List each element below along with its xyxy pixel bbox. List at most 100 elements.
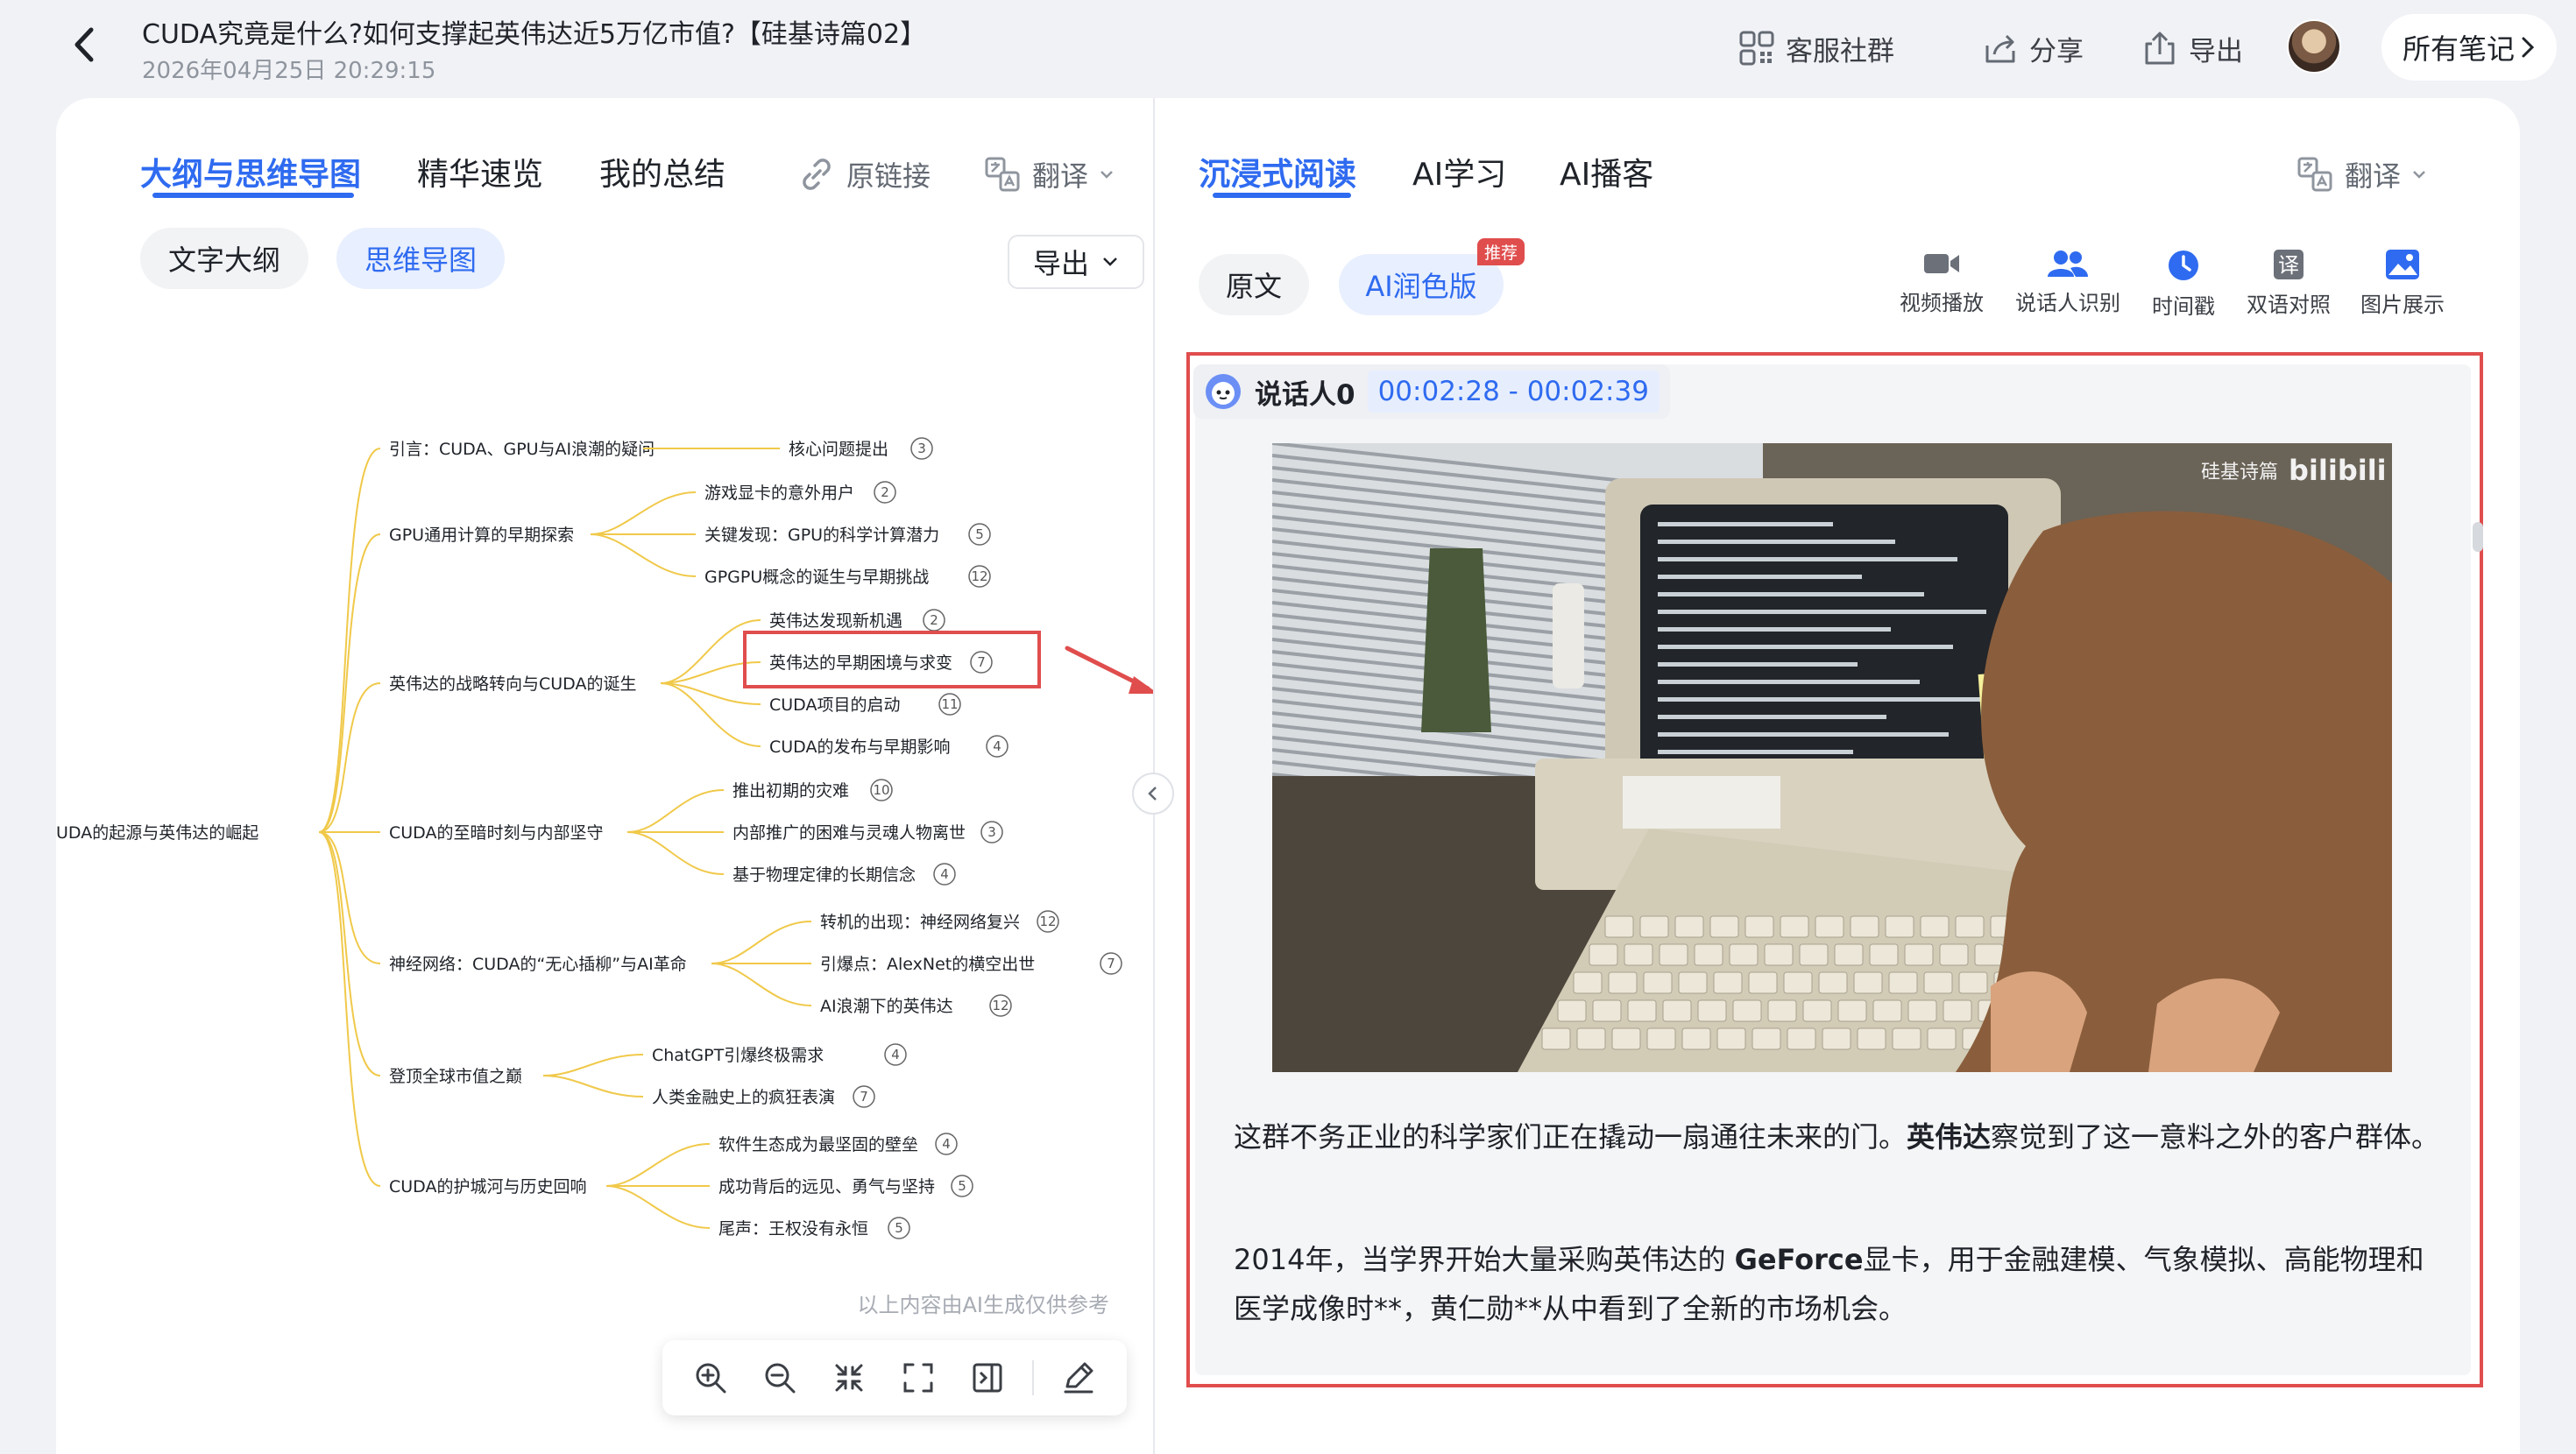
zoom-in-button[interactable] (686, 1353, 735, 1402)
tab-highlights[interactable]: 精华速览 (417, 149, 543, 194)
mindmap-branch[interactable]: 英伟达的战略转向与CUDA的诞生 (389, 674, 636, 694)
back-button[interactable] (61, 23, 105, 67)
mindmap-branch[interactable]: GPU通用计算的早期探索 (389, 526, 574, 545)
share-button[interactable]: 分享 (1982, 26, 2084, 70)
mindmap-leaf[interactable]: ChatGPT引爆终极需求 (652, 1046, 824, 1065)
source-link-label: 原链接 (846, 159, 931, 193)
tab-my-summary[interactable]: 我的总结 (599, 149, 725, 194)
avatar[interactable] (2287, 19, 2341, 74)
users-icon (2048, 251, 2088, 277)
mindmap-count: 12 (1039, 914, 1056, 929)
mindmap-connector (318, 682, 381, 833)
export-button[interactable]: 导出 (2141, 26, 2243, 70)
original-text-toggle[interactable]: 原文 (1199, 254, 1309, 315)
side-panel-button[interactable] (963, 1353, 1012, 1402)
tab-outline-mindmap[interactable]: 大纲与思维导图 (140, 149, 361, 194)
svg-text:译: 译 (2278, 253, 2299, 278)
tool-label: 图片展示 (2360, 293, 2445, 317)
mindmap-leaf[interactable]: 基于物理定律的长期信念 (732, 865, 916, 885)
mindmap-branch[interactable]: CUDA的护城河与历史回响 (389, 1177, 586, 1196)
mindmap-connector (660, 682, 761, 747)
text-outline-toggle[interactable]: 文字大纲 (140, 228, 308, 289)
mindmap-count: 4 (942, 1136, 951, 1152)
mindmap-export-label: 导出 (1032, 247, 1089, 280)
page-datetime: 2026年04月25日 20:29:15 (142, 58, 436, 84)
mindmap-leaf[interactable]: GPGPU概念的诞生与早期挑战 (704, 567, 929, 587)
zoom-out-icon (765, 1363, 796, 1394)
mindmap-leaf[interactable]: 尾声：王权没有永恒 (718, 1219, 868, 1239)
mindmap-count: 5 (958, 1178, 966, 1194)
mindmap-leaf[interactable]: AI浪潮下的英伟达 (820, 997, 953, 1016)
mindmap-toggle[interactable]: 思维导图 (336, 228, 505, 289)
mindmap-canvas[interactable]: UDA的起源与英伟达的崛起 引言：CUDA、GPU与AI浪潮的疑问 核心问题提出 3 G… (56, 385, 1143, 1244)
collapse-panel-button[interactable] (1132, 773, 1174, 815)
tab-ai-learning[interactable]: AI学习 (1412, 149, 1506, 194)
mindmap-connector (318, 831, 381, 1076)
mindmap-leaf[interactable]: 英伟达发现新机遇 (769, 611, 902, 631)
source-link-button[interactable]: 原链接 (797, 154, 931, 194)
all-notes-button[interactable]: 所有笔记 (2381, 14, 2557, 81)
tool-speaker-recognition[interactable]: 说话人识别 (2015, 249, 2120, 316)
all-notes-label: 所有笔记 (2402, 32, 2515, 66)
mindmap-leaf[interactable]: 成功背后的远见、勇气与坚持 (718, 1177, 935, 1196)
chevron-left-icon (74, 27, 94, 62)
mindmap-count: 2 (930, 612, 938, 628)
left-translate-dropdown[interactable]: 翻译 (983, 154, 1115, 194)
chevron-left-icon (1148, 787, 1157, 801)
mindmap-leaf[interactable]: 核心问题提出 (789, 440, 888, 459)
video-camera-icon (1924, 254, 1959, 273)
mindmap-count: 2 (881, 484, 889, 500)
fullscreen-button[interactable] (894, 1353, 943, 1402)
mindmap-leaf[interactable]: 内部推广的困难与灵魂人物离世 (732, 823, 966, 843)
tab-ai-podcast[interactable]: AI播客 (1560, 149, 1653, 194)
mindmap-count: 12 (992, 998, 1008, 1013)
edit-button[interactable] (1053, 1353, 1102, 1402)
tool-image-display[interactable]: 图片展示 (2360, 249, 2445, 318)
mindmap-connector (605, 1143, 711, 1187)
translate-box-icon: 译 (2274, 250, 2304, 279)
mindmap-leaf[interactable]: 推出初期的灾难 (732, 781, 849, 801)
mindmap-leaf[interactable]: 转机的出现：神经网络复兴 (820, 913, 1020, 932)
chevron-down-icon (1100, 171, 1113, 179)
mindmap-leaf[interactable]: 软件生态成为最坚固的壁垒 (718, 1135, 918, 1154)
zoom-out-button[interactable] (755, 1353, 804, 1402)
collapse-all-button[interactable] (824, 1353, 874, 1402)
mindmap-connector (318, 831, 381, 964)
tool-label: 说话人识别 (2015, 291, 2120, 315)
link-icon (803, 159, 831, 190)
tool-timestamp[interactable]: 时间戳 (2152, 249, 2215, 320)
mindmap-leaf[interactable]: 引爆点：AlexNet的横空出世 (820, 955, 1035, 974)
mindmap-leaf[interactable]: CUDA项目的启动 (769, 695, 900, 715)
ai-disclaimer: 以上内容由AI生成仅供参考 (857, 1293, 1110, 1317)
active-tab-indicator-right (1213, 193, 1351, 198)
fullscreen-icon (903, 1363, 933, 1393)
mindmap-connector (318, 831, 381, 1187)
mindmap-branch[interactable]: 登顶全球市值之巅 (389, 1067, 522, 1086)
mindmap-branch[interactable]: 神经网络：CUDA的“无心插柳”与AI革命 (389, 955, 687, 974)
mindmap-leaf[interactable]: CUDA的发布与早期影响 (769, 738, 950, 757)
mindmap-branch[interactable]: CUDA的至暗时刻与内部坚守 (389, 823, 603, 843)
pointer-arrow-icon (1065, 646, 1158, 694)
right-translate-dropdown[interactable]: 翻译 (2296, 154, 2427, 194)
tool-video-play[interactable]: 视频播放 (1900, 249, 1984, 316)
community-button[interactable]: 客服社群 (1738, 26, 1894, 70)
mindmap-root[interactable]: UDA的起源与英伟达的崛起 (56, 823, 258, 843)
tab-immersive-reading[interactable]: 沉浸式阅读 (1199, 149, 1356, 194)
scrollbar-thumb[interactable] (2473, 522, 2483, 552)
mindmap-connector (626, 789, 725, 833)
share-icon (1985, 34, 2015, 63)
active-tab-indicator (152, 193, 354, 198)
mindmap-connector (711, 963, 812, 1006)
translate-icon (985, 157, 1020, 192)
mindmap-export-dropdown[interactable]: 导出 (1008, 235, 1144, 289)
tool-bilingual[interactable]: 译 双语对照 (2247, 249, 2331, 318)
mindmap-count: 3 (917, 441, 926, 456)
tool-label: 视频播放 (1900, 291, 1984, 315)
chevron-down-icon (2413, 171, 2425, 179)
mindmap-branch[interactable]: 引言：CUDA、GPU与AI浪潮的疑问 (389, 440, 655, 459)
qrcode-icon (1739, 31, 1774, 66)
mindmap-leaf[interactable]: 游戏显卡的意外用户 (704, 483, 854, 503)
clock-icon (2169, 251, 2198, 280)
mindmap-leaf[interactable]: 关键发现：GPU的科学计算潜力 (704, 526, 939, 545)
mindmap-leaf[interactable]: 人类金融史上的疯狂表演 (652, 1088, 835, 1107)
